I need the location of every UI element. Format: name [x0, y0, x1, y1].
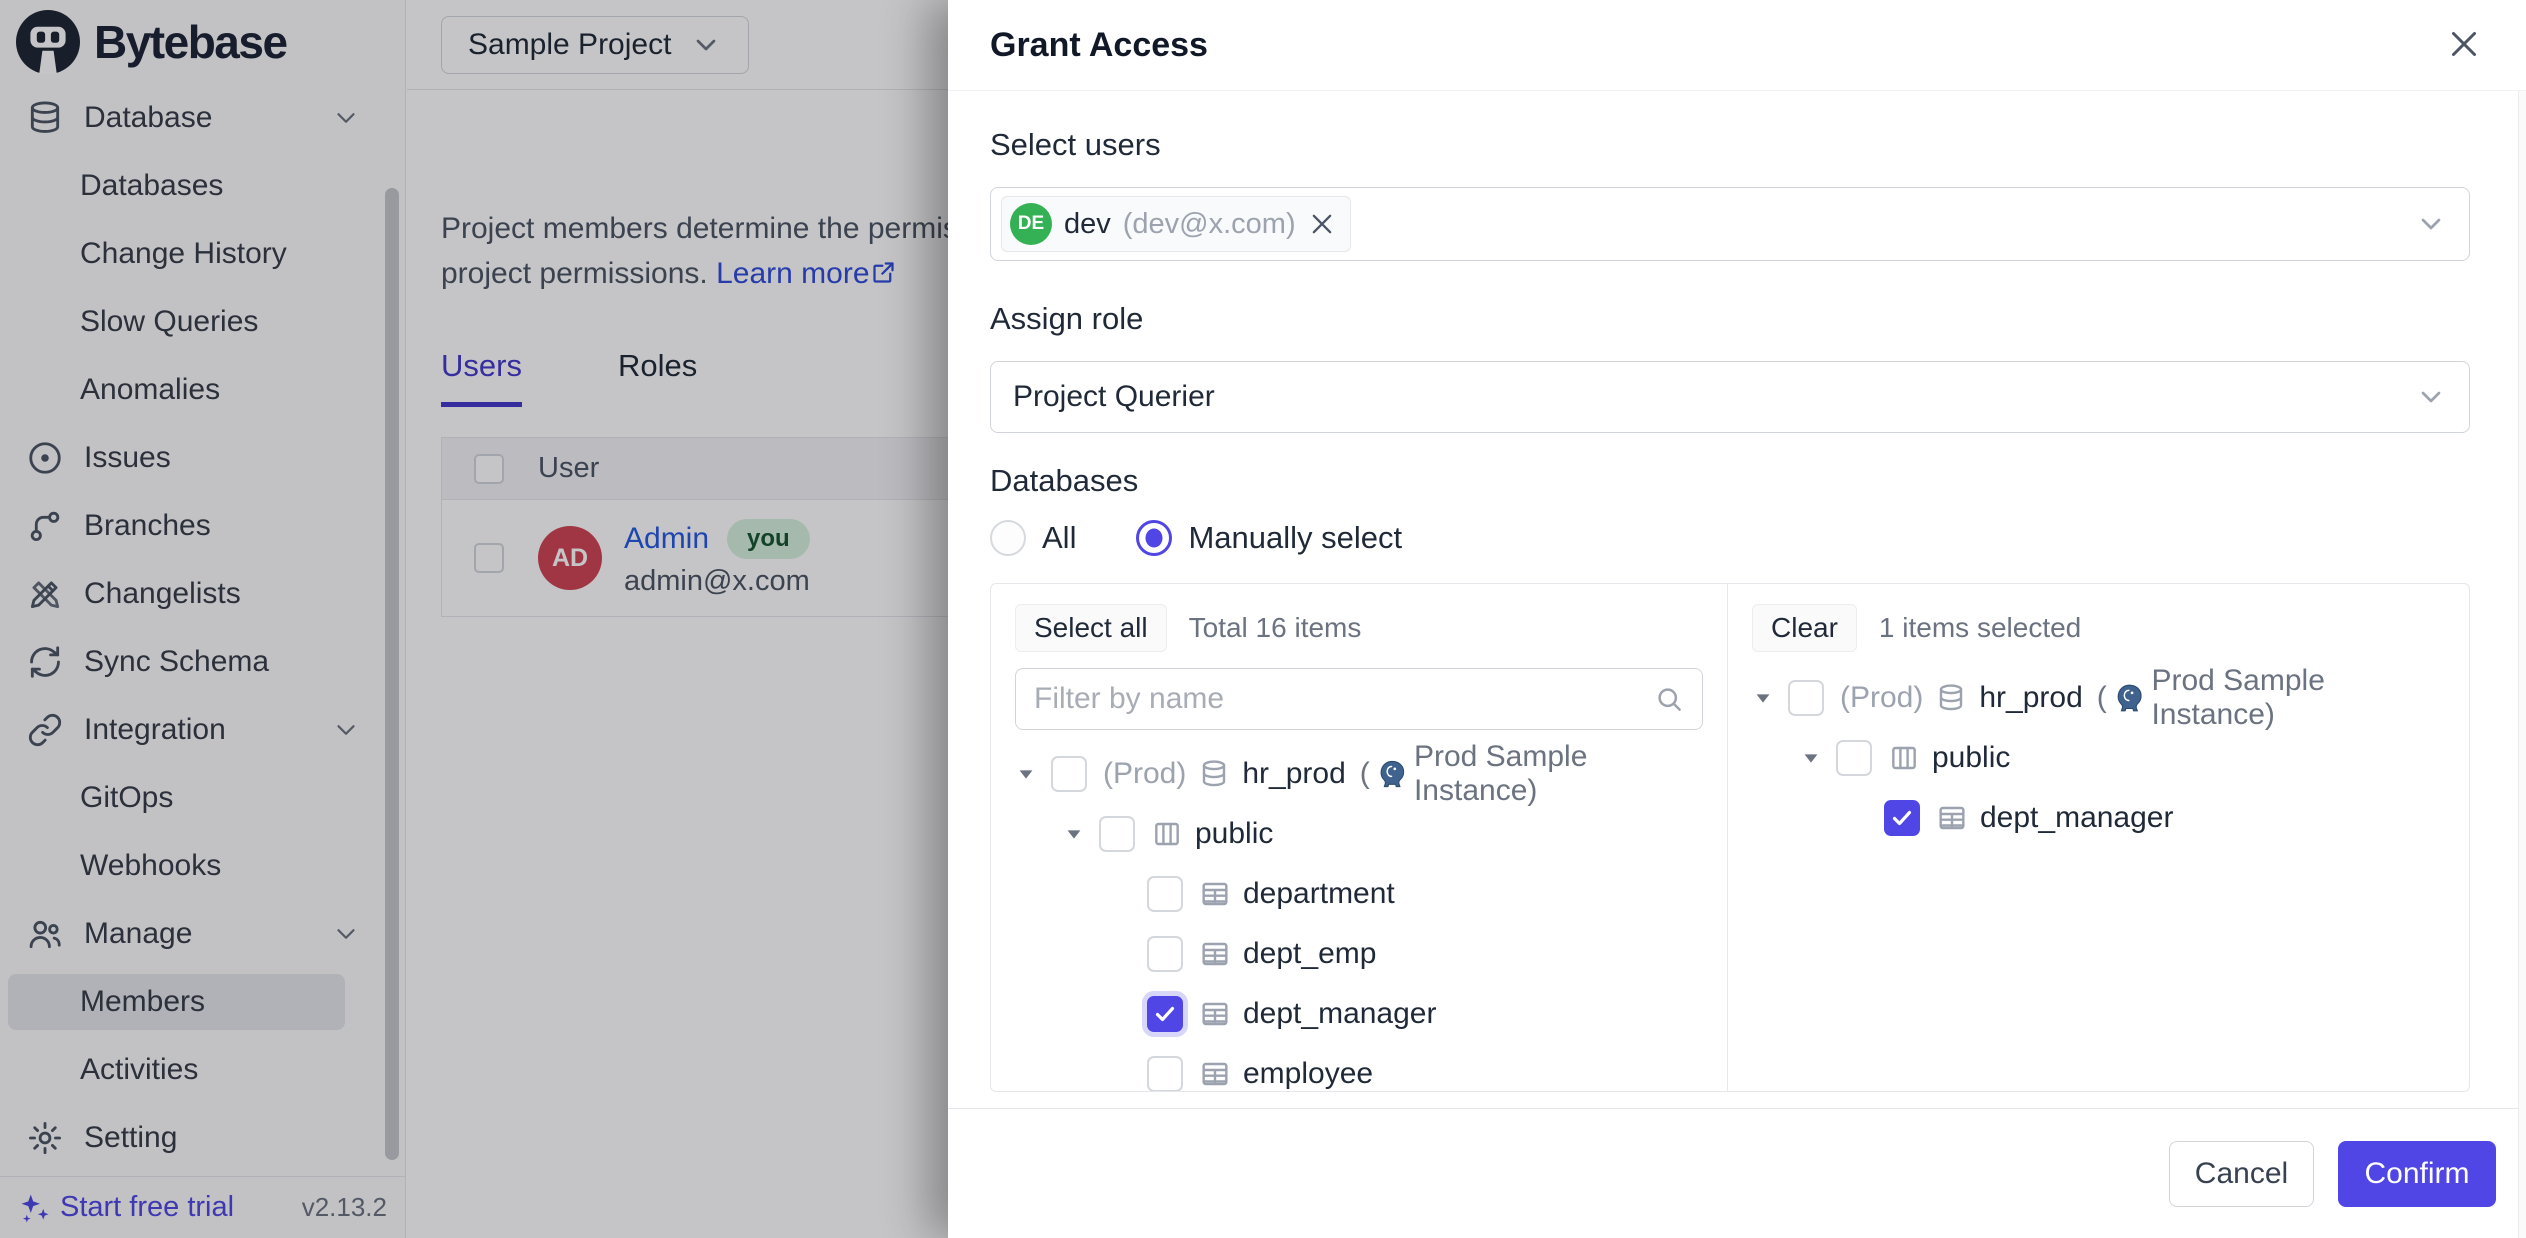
drawer-scrollbar[interactable] — [2518, 91, 2526, 1238]
selected-pane: Clear 1 items selected (Prod) hr_prod (Pro… — [1728, 584, 2469, 1091]
tree-node-name: hr_prod — [1979, 681, 2082, 715]
table-icon — [1199, 1058, 1231, 1090]
tree-expander-icon[interactable] — [1063, 823, 1085, 845]
tree-row-public: public — [1752, 728, 2445, 788]
tree-row-dept_manager: dept_manager — [1015, 984, 1703, 1044]
tree-expander-icon[interactable] — [1800, 747, 1822, 769]
close-icon — [2446, 26, 2482, 62]
page: Bytebase DatabaseDatabasesChange History… — [0, 0, 2526, 1238]
tree-row-hr_prod: (Prod)hr_prod(Prod Sample Instance) — [1015, 744, 1703, 804]
tree-row-department: department — [1015, 864, 1703, 924]
tree-node-name: employee — [1243, 1057, 1373, 1091]
chevron-down-icon — [2415, 208, 2447, 240]
drawer-body: Select users DE dev (dev@x.com) Assign r… — [948, 91, 2518, 1108]
confirm-button[interactable]: Confirm — [2338, 1141, 2496, 1207]
schema-icon — [1151, 818, 1183, 850]
database-scope-radios: All Manually select — [990, 515, 2470, 561]
environment-label: (Prod) — [1103, 757, 1186, 791]
cancel-button[interactable]: Cancel — [2169, 1141, 2314, 1207]
filter-input[interactable] — [1034, 682, 1654, 716]
tree-node-name: dept_emp — [1243, 937, 1376, 971]
chip-avatar: DE — [1010, 203, 1052, 245]
tree-checkbox-employee[interactable] — [1147, 1056, 1183, 1091]
tree-checkbox-dept_manager[interactable] — [1147, 996, 1183, 1032]
tree-row-employee: employee — [1015, 1044, 1703, 1091]
selected-tree: (Prod)hr_prod(Prod Sample Instance)publi… — [1752, 668, 2445, 848]
database-transfer-panel: Select all Total 16 items (Prod) hr_prod (… — [990, 583, 2470, 1092]
environment-label: (Prod) — [1840, 681, 1923, 715]
drawer-footer: Cancel Confirm — [948, 1108, 2518, 1238]
radio-all[interactable]: All — [990, 520, 1076, 556]
tree-expander-icon[interactable] — [1752, 687, 1774, 709]
filter-input-wrap — [1015, 668, 1703, 730]
tree-checkbox-public[interactable] — [1099, 816, 1135, 852]
source-pane-header: Select all Total 16 items — [1015, 604, 1703, 652]
assign-role-label: Assign role — [990, 301, 2470, 337]
grant-access-drawer: Grant Access Select users DE dev (dev@x.… — [948, 0, 2526, 1238]
postgres-icon — [1376, 757, 1408, 791]
tree-checkbox-hr_prod[interactable] — [1788, 680, 1824, 716]
tree-node-name: department — [1243, 877, 1395, 911]
total-items-label: Total 16 items — [1189, 612, 1362, 644]
radio-manual-circle[interactable] — [1136, 520, 1172, 556]
source-tree: (Prod)hr_prod(Prod Sample Instance)publi… — [1015, 744, 1703, 1091]
tree-node-name: hr_prod — [1242, 757, 1345, 791]
tree-checkbox-public[interactable] — [1836, 740, 1872, 776]
assign-role-select[interactable]: Project Querier — [990, 361, 2470, 433]
radio-manually-select[interactable]: Manually select — [1136, 520, 1402, 556]
select-users-input[interactable]: DE dev (dev@x.com) — [990, 187, 2470, 261]
tree-checkbox-hr_prod[interactable] — [1051, 756, 1087, 792]
tree-node-name: public — [1932, 741, 2010, 775]
tree-row-dept_emp: dept_emp — [1015, 924, 1703, 984]
drawer-header: Grant Access — [948, 0, 2526, 91]
table-icon — [1199, 938, 1231, 970]
select-users-label: Select users — [990, 127, 2470, 163]
table-icon — [1199, 998, 1231, 1030]
tree-node-name: dept_manager — [1243, 997, 1436, 1031]
assign-role-value: Project Querier — [1013, 380, 1215, 414]
chip-user-email: (dev@x.com) — [1123, 208, 1296, 241]
tree-row-hr_prod: (Prod)hr_prod(Prod Sample Instance) — [1752, 668, 2445, 728]
selected-count-label: 1 items selected — [1879, 612, 2081, 644]
clear-button[interactable]: Clear — [1752, 604, 1857, 652]
tree-row-public: public — [1015, 804, 1703, 864]
close-button[interactable] — [2442, 22, 2486, 66]
tree-row-dept_manager: dept_manager — [1752, 788, 2445, 848]
source-pane: Select all Total 16 items (Prod) hr_prod (… — [991, 584, 1728, 1091]
tree-node-name: dept_manager — [1980, 801, 2173, 835]
instance-label: (Prod Sample Instance) — [1360, 740, 1703, 808]
remove-user-icon[interactable] — [1308, 210, 1336, 238]
select-all-button[interactable]: Select all — [1015, 604, 1167, 652]
table-icon — [1936, 802, 1968, 834]
radio-all-circle[interactable] — [990, 520, 1026, 556]
database-cylinder-icon — [1198, 758, 1230, 790]
selected-user-chip: DE dev (dev@x.com) — [1001, 196, 1351, 252]
table-icon — [1199, 878, 1231, 910]
tree-expander-icon[interactable] — [1015, 763, 1037, 785]
instance-label: (Prod Sample Instance) — [2097, 664, 2445, 732]
drawer-title: Grant Access — [990, 26, 1208, 65]
tree-node-name: public — [1195, 817, 1273, 851]
chip-user-name: dev — [1064, 208, 1111, 241]
selected-pane-header: Clear 1 items selected — [1752, 604, 2445, 652]
database-cylinder-icon — [1935, 682, 1967, 714]
chevron-down-icon — [2415, 381, 2447, 413]
postgres-icon — [2113, 681, 2146, 715]
search-icon — [1654, 684, 1684, 714]
databases-label: Databases — [990, 463, 2470, 499]
tree-checkbox-dept_emp[interactable] — [1147, 936, 1183, 972]
schema-icon — [1888, 742, 1920, 774]
tree-checkbox-dept_manager[interactable] — [1884, 800, 1920, 836]
tree-checkbox-department[interactable] — [1147, 876, 1183, 912]
